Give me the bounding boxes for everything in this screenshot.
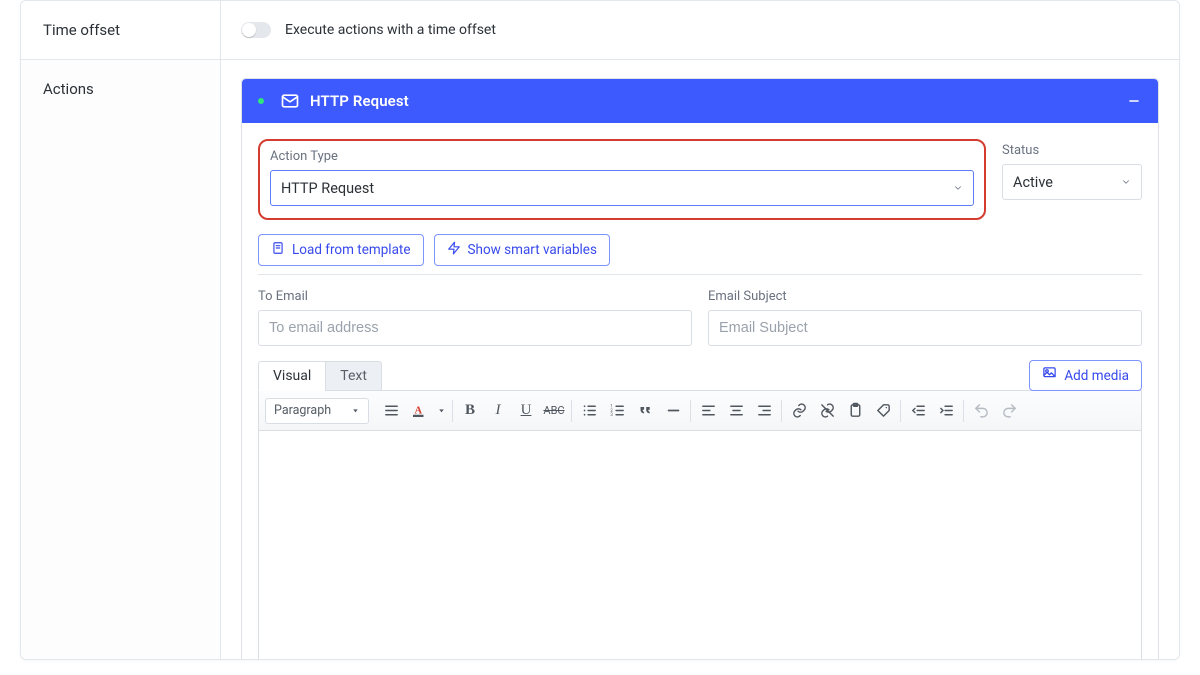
action-type-highlight: Action Type HTTP Request	[258, 139, 986, 220]
italic-icon[interactable]: I	[484, 397, 512, 425]
blockquote-icon[interactable]	[631, 397, 659, 425]
row-label-actions: Actions	[21, 60, 221, 660]
editor-toolbar: Paragraph A	[258, 390, 1142, 430]
svg-text:3: 3	[610, 413, 613, 418]
action-type-label: Action Type	[270, 149, 974, 164]
unlink-icon[interactable]	[813, 397, 841, 425]
underline-icon[interactable]: U	[512, 397, 540, 425]
action-type-value: HTTP Request	[281, 180, 374, 197]
template-icon	[271, 241, 285, 259]
action-header[interactable]: HTTP Request	[242, 79, 1158, 123]
status-value: Active	[1013, 174, 1053, 191]
horizontal-rule-icon[interactable]	[659, 397, 687, 425]
tab-visual[interactable]: Visual	[258, 361, 326, 391]
strikethrough-icon[interactable]: ABC	[540, 397, 568, 425]
link-icon[interactable]	[785, 397, 813, 425]
bolt-icon	[447, 241, 461, 259]
svg-text:A: A	[415, 405, 423, 416]
text-color-icon[interactable]: A	[405, 397, 433, 425]
email-subject-input[interactable]	[708, 310, 1142, 346]
time-offset-toggle-label: Execute actions with a time offset	[285, 22, 496, 38]
align-justify-icon[interactable]	[377, 397, 405, 425]
show-smart-variables-button[interactable]: Show smart variables	[434, 234, 610, 266]
align-right-icon[interactable]	[750, 397, 778, 425]
add-media-button[interactable]: Add media	[1029, 360, 1142, 391]
media-icon	[1042, 366, 1057, 385]
paste-icon[interactable]	[841, 397, 869, 425]
add-media-label: Add media	[1064, 368, 1129, 384]
bullet-list-icon[interactable]	[575, 397, 603, 425]
undo-icon[interactable]	[967, 397, 995, 425]
outdent-icon[interactable]	[904, 397, 932, 425]
load-template-button[interactable]: Load from template	[258, 234, 424, 266]
action-card: HTTP Request Action Type HTTP Request	[241, 78, 1159, 660]
row-label-time-offset: Time offset	[21, 1, 221, 59]
numbered-list-icon[interactable]: 123	[603, 397, 631, 425]
tag-icon[interactable]	[869, 397, 897, 425]
align-center-icon[interactable]	[722, 397, 750, 425]
chevron-down-icon	[1121, 177, 1131, 187]
load-template-label: Load from template	[292, 242, 411, 258]
text-color-dropdown-icon[interactable]	[433, 397, 449, 425]
status-select[interactable]: Active	[1002, 164, 1142, 200]
status-dot-icon	[258, 98, 264, 104]
to-email-label: To Email	[258, 289, 692, 304]
caret-down-icon	[351, 406, 360, 415]
redo-icon[interactable]	[995, 397, 1023, 425]
align-left-icon[interactable]	[694, 397, 722, 425]
envelope-icon	[280, 91, 300, 111]
chevron-down-icon	[953, 183, 963, 193]
action-title: HTTP Request	[310, 92, 409, 110]
email-subject-label: Email Subject	[708, 289, 1142, 304]
time-offset-toggle[interactable]	[241, 22, 271, 38]
to-email-input[interactable]	[258, 310, 692, 346]
tab-text[interactable]: Text	[325, 361, 382, 391]
action-type-select[interactable]: HTTP Request	[270, 170, 974, 206]
status-label: Status	[1002, 143, 1142, 158]
paragraph-select-label: Paragraph	[274, 403, 331, 418]
bold-icon[interactable]: B	[456, 397, 484, 425]
show-smart-variables-label: Show smart variables	[468, 242, 597, 258]
collapse-button[interactable]	[1124, 91, 1144, 111]
indent-icon[interactable]	[932, 397, 960, 425]
paragraph-select[interactable]: Paragraph	[265, 398, 369, 424]
editor-canvas[interactable]	[258, 430, 1142, 660]
